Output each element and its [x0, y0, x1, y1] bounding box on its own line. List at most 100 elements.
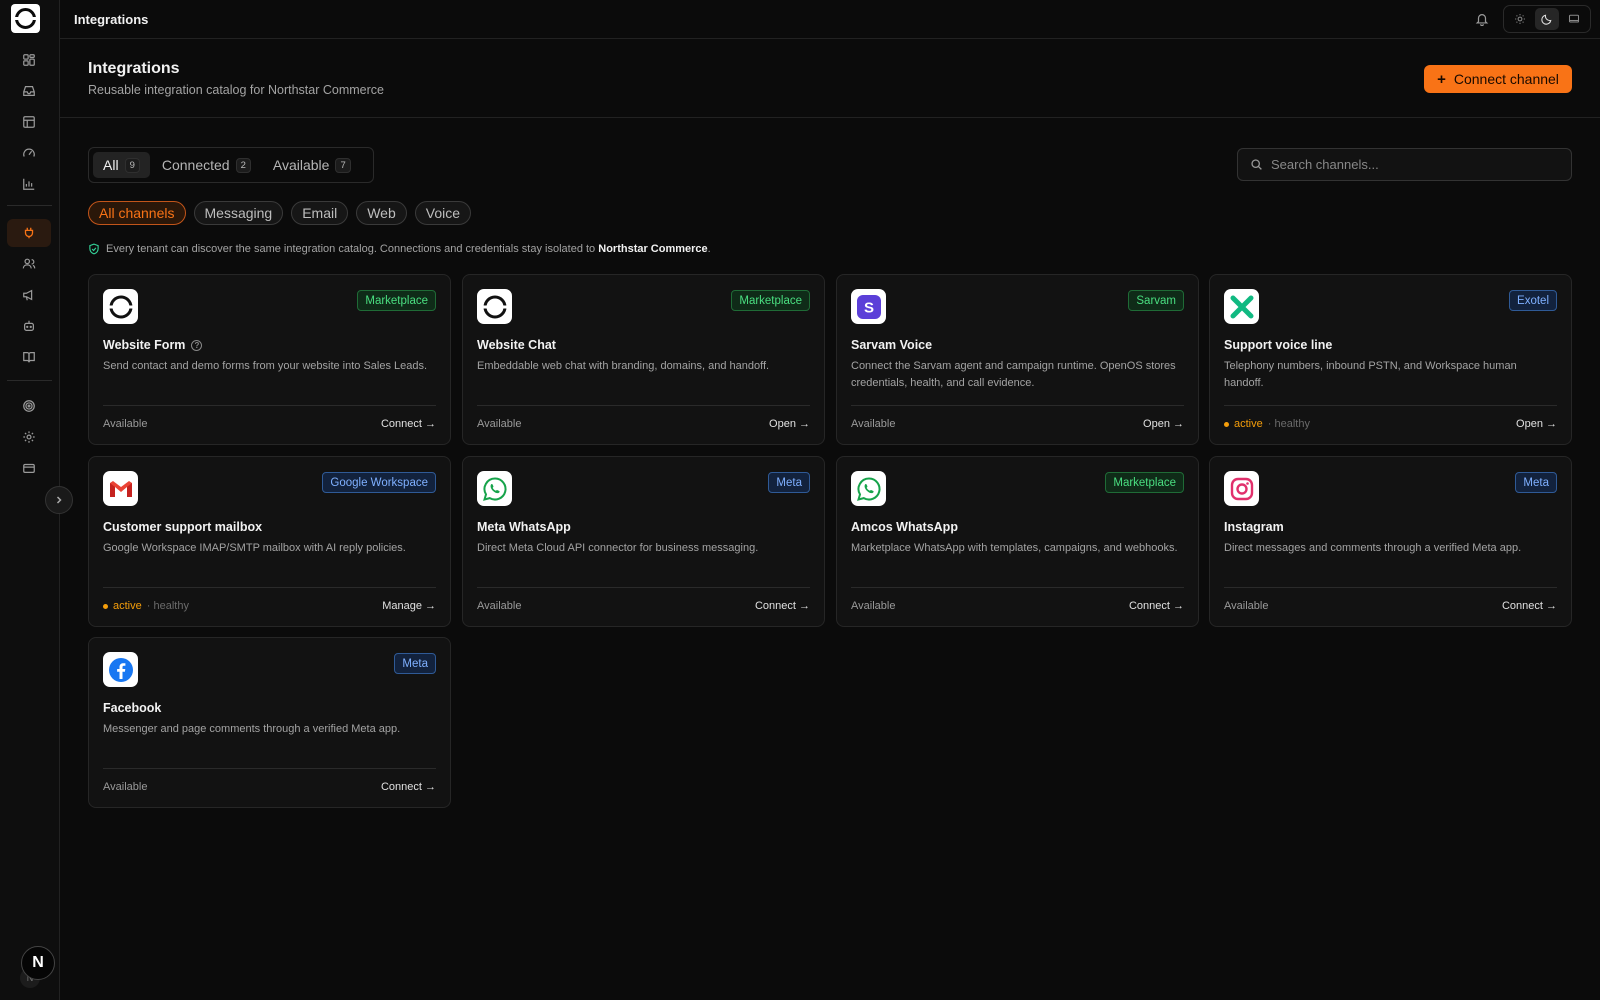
- card-action-button[interactable]: Open →: [1516, 418, 1557, 430]
- provider-badge: Exotel: [1509, 290, 1557, 311]
- card-website-chat[interactable]: Marketplace Website Chat Embeddable web …: [462, 274, 825, 445]
- dashboard-icon[interactable]: [7, 46, 51, 74]
- provider-badge: Google Workspace: [322, 472, 436, 493]
- monitor-icon[interactable]: [1562, 8, 1586, 30]
- card-facebook[interactable]: Meta Facebook Messenger and page comment…: [88, 637, 451, 808]
- filter-messaging[interactable]: Messaging: [193, 201, 284, 225]
- card-action-button[interactable]: Connect →: [1502, 600, 1557, 612]
- tab-connected[interactable]: Connected 2: [152, 152, 261, 178]
- card-action-button[interactable]: Connect →: [381, 781, 436, 793]
- analytics-icon[interactable]: [7, 170, 51, 198]
- sun-icon[interactable]: [1508, 8, 1532, 30]
- megaphone-icon[interactable]: [7, 281, 51, 309]
- card-instagram[interactable]: Meta Instagram Direct messages and comme…: [1209, 456, 1572, 627]
- card-support-voice-line[interactable]: Exotel Support voice line Telephony numb…: [1209, 274, 1572, 445]
- status-tabs: All 9 Connected 2 Available 7: [88, 147, 374, 183]
- filter-web[interactable]: Web: [356, 201, 407, 225]
- bell-icon[interactable]: [1475, 12, 1489, 29]
- connect-channel-label: Connect channel: [1453, 71, 1559, 87]
- status-text: active: [113, 600, 142, 612]
- notice-tenant: Northstar Commerce: [598, 243, 708, 255]
- card-action-button[interactable]: Manage →: [382, 600, 436, 612]
- card-title: Facebook: [103, 701, 162, 715]
- page-header: Integrations Reusable integration catalo…: [60, 39, 1600, 118]
- search-input[interactable]: [1271, 157, 1551, 172]
- help-icon[interactable]: ?: [191, 339, 203, 351]
- northstar-logo-icon: [477, 289, 512, 324]
- card-title: Website Form: [103, 338, 186, 352]
- search-icon: [1251, 159, 1262, 170]
- filter-voice[interactable]: Voice: [414, 201, 472, 225]
- target-icon[interactable]: [7, 392, 51, 420]
- card-description: Direct messages and comments through a v…: [1224, 542, 1522, 554]
- tab-count: 7: [335, 157, 351, 173]
- card-divider: [477, 587, 810, 588]
- inbox-icon[interactable]: [7, 77, 51, 105]
- sidebar-divider: [7, 380, 52, 381]
- plug-icon[interactable]: [7, 219, 51, 247]
- exotel-icon: [1224, 289, 1259, 324]
- card-title-row: Website Form ?: [103, 338, 203, 352]
- tab-available[interactable]: Available 7: [263, 152, 361, 178]
- whatsapp-icon: [477, 471, 512, 506]
- status-text: Available: [103, 418, 148, 430]
- card-status: Available: [1224, 600, 1268, 612]
- card-title: Amcos WhatsApp: [851, 520, 958, 534]
- filter-all-channels[interactable]: All channels: [88, 201, 186, 225]
- gear-icon[interactable]: [7, 423, 51, 451]
- provider-badge: Marketplace: [1105, 472, 1184, 493]
- gauge-icon[interactable]: [7, 139, 51, 167]
- provider-badge: Meta: [768, 472, 810, 493]
- whatsapp-icon: [851, 471, 886, 506]
- card-divider: [1224, 587, 1557, 588]
- card-title: Meta WhatsApp: [477, 520, 571, 534]
- card-action-button[interactable]: Connect →: [755, 600, 810, 612]
- layout-icon[interactable]: [7, 108, 51, 136]
- moon-icon[interactable]: [1534, 8, 1559, 30]
- card-title: Customer support mailbox: [103, 520, 263, 534]
- bot-icon[interactable]: [7, 312, 51, 340]
- card-meta-whatsapp[interactable]: Meta Meta WhatsApp Direct Meta Cloud API…: [462, 456, 825, 627]
- chevron-right-icon: [56, 496, 62, 504]
- card-title: Sarvam Voice: [851, 338, 933, 352]
- instagram-icon: [1224, 471, 1259, 506]
- card-amcos-whatsapp[interactable]: Marketplace Amcos WhatsApp Marketplace W…: [836, 456, 1199, 627]
- card-action-button[interactable]: Open →: [1143, 418, 1184, 430]
- status-text: active: [1234, 418, 1263, 430]
- avatar[interactable]: N: [21, 946, 55, 980]
- card-description: Send contact and demo forms from your we…: [103, 360, 428, 372]
- facebook-icon: [103, 652, 138, 687]
- status-text: Available: [851, 418, 896, 430]
- card-description: Marketplace WhatsApp with templates, cam…: [851, 542, 1178, 554]
- tab-all[interactable]: All 9: [93, 152, 150, 178]
- filter-email[interactable]: Email: [291, 201, 349, 225]
- app-logo[interactable]: [11, 4, 40, 33]
- card-customer-support-mailbox[interactable]: Google Workspace Customer support mailbo…: [88, 456, 451, 627]
- svg-text:S: S: [863, 299, 873, 316]
- card-status: Available: [477, 418, 521, 430]
- tab-count: 2: [235, 157, 251, 173]
- provider-badge: Sarvam: [1128, 290, 1184, 311]
- users-icon[interactable]: [7, 250, 51, 278]
- card-action-button[interactable]: Connect →: [1129, 600, 1184, 612]
- card-description: Messenger and page comments through a ve…: [103, 723, 401, 735]
- book-icon[interactable]: [7, 343, 51, 371]
- billing-card-icon[interactable]: [7, 454, 51, 482]
- status-text: Available: [477, 600, 522, 612]
- card-action-button[interactable]: Connect →: [381, 418, 436, 430]
- sidebar-expand-button[interactable]: [45, 486, 73, 514]
- connect-channel-button[interactable]: + Connect channel: [1424, 65, 1572, 93]
- sarvam-icon: S: [851, 289, 886, 324]
- status-dot-icon: [1224, 421, 1229, 427]
- card-title: Instagram: [1224, 520, 1284, 534]
- card-status: Available: [477, 600, 521, 612]
- card-action-button[interactable]: Open →: [769, 418, 810, 430]
- card-sarvam-voice[interactable]: S Sarvam Sarvam Voice Connect the Sarvam…: [836, 274, 1199, 445]
- isolation-notice: Every tenant can discover the same integ…: [88, 243, 711, 255]
- tab-count: 9: [124, 157, 140, 173]
- card-website-form[interactable]: Marketplace Website Form ? Send contact …: [88, 274, 451, 445]
- category-filters: All channels Messaging Email Web Voice: [88, 201, 472, 225]
- northstar-logo-icon: [103, 289, 138, 324]
- provider-badge: Marketplace: [357, 290, 436, 311]
- health-text: · healthy: [146, 600, 189, 612]
